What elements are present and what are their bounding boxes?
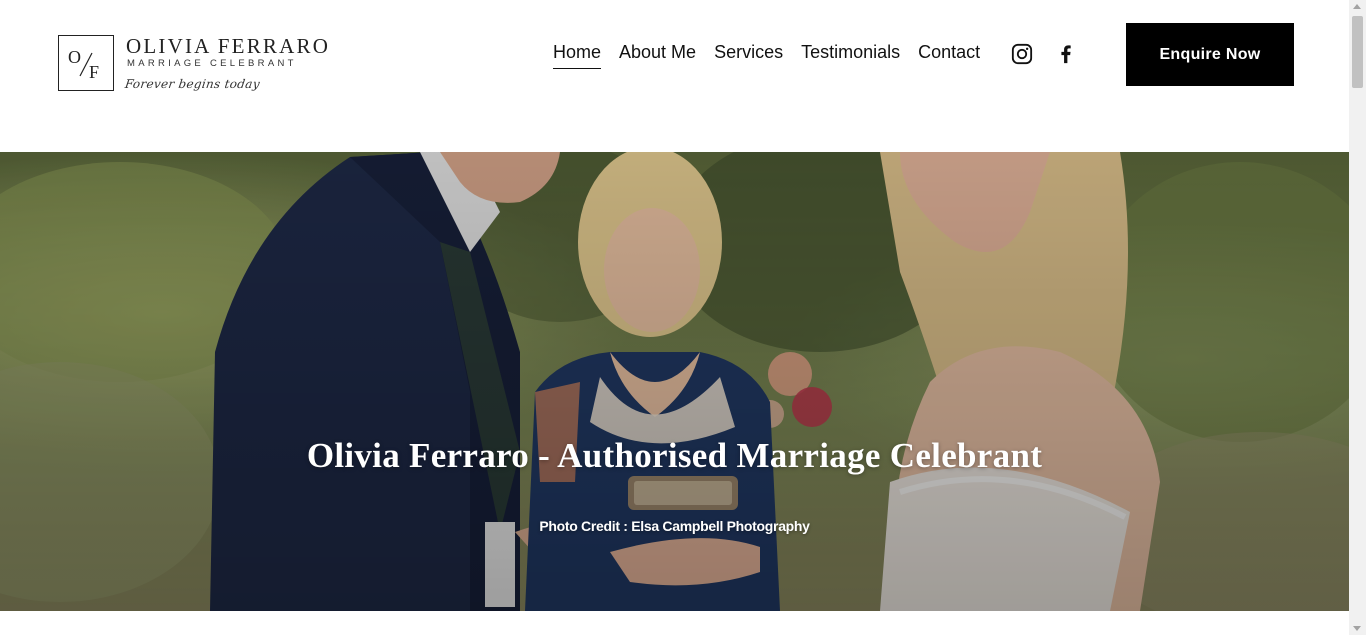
logo-monogram-box: O F [58, 35, 114, 91]
nav-services[interactable]: Services [714, 42, 783, 69]
scrollbar-thumb[interactable] [1352, 16, 1363, 88]
nav-home[interactable]: Home [553, 42, 602, 69]
instagram-link[interactable] [1011, 43, 1033, 65]
logo-tagline: Forever begins today [124, 77, 261, 91]
site-logo[interactable]: O F OLIVIA FERRARO MARRIAGE CELEBRANT Fo… [57, 34, 337, 102]
instagram-icon [1011, 43, 1033, 65]
page-scrollbar[interactable] [1349, 0, 1366, 635]
monogram-left: O [68, 47, 81, 67]
facebook-link[interactable] [1055, 43, 1077, 65]
scroll-down-arrow-icon[interactable] [1353, 626, 1361, 631]
logo-subtitle: MARRIAGE CELEBRANT [127, 58, 297, 69]
nav-contact[interactable]: Contact [918, 42, 980, 69]
hero-photo [0, 152, 1349, 611]
logo-name: OLIVIA FERRARO [126, 34, 331, 58]
photo-credit: Photo Credit : Elsa Campbell Photography [539, 518, 810, 534]
scroll-up-arrow-icon[interactable] [1353, 4, 1361, 9]
hero-title: Olivia Ferraro - Authorised Marriage Cel… [306, 436, 1043, 475]
facebook-icon [1061, 45, 1071, 64]
nav-testimonials[interactable]: Testimonials [801, 42, 900, 69]
enquire-now-button[interactable]: Enquire Now [1126, 23, 1294, 86]
hero-banner: Olivia Ferraro - Authorised Marriage Cel… [0, 152, 1349, 611]
main-nav: Home About Me Services Testimonials Cont… [553, 42, 980, 69]
nav-about-me[interactable]: About Me [619, 42, 696, 69]
site-header: O F OLIVIA FERRARO MARRIAGE CELEBRANT Fo… [0, 0, 1349, 152]
monogram-right: F [89, 62, 99, 82]
logo-monogram-icon: O F [68, 47, 99, 82]
